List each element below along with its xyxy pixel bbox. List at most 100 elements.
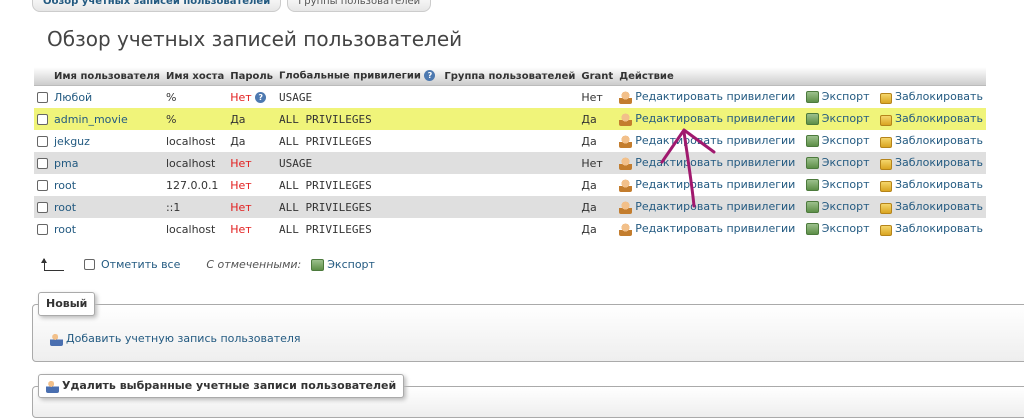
row-checkbox-cell (34, 218, 51, 240)
lock-icon (879, 203, 892, 214)
delete-section-legend: Удалить выбранные учетные записи пользов… (38, 374, 405, 398)
edit-privileges-link[interactable]: Редактировать привилегии (619, 222, 795, 236)
bulk-export-button[interactable]: Экспорт (311, 258, 375, 271)
edit-privileges-link[interactable]: Редактировать привилегии (619, 178, 795, 192)
export-label[interactable]: Экспорт (822, 200, 870, 213)
privileges-cell: ALL PRIVILEGES (276, 174, 442, 196)
password-cell: Нет (227, 196, 276, 218)
new-section-legend: Новый (38, 292, 96, 316)
edit-privileges-label[interactable]: Редактировать привилегии (635, 200, 795, 213)
lock-link[interactable]: Заблокировать (879, 112, 983, 126)
lock-label[interactable]: Заблокировать (895, 134, 983, 147)
action-cell: Редактировать привилегии Экспорт Заблоки… (616, 174, 986, 196)
lock-label[interactable]: Заблокировать (895, 112, 983, 125)
lock-label[interactable]: Заблокировать (895, 156, 983, 169)
lock-link[interactable]: Заблокировать (879, 200, 983, 214)
row-checkbox[interactable] (37, 224, 48, 235)
delete-user-icon (46, 379, 59, 393)
export-icon (805, 113, 819, 125)
user-group-cell (441, 130, 579, 152)
export-link[interactable]: Экспорт (805, 134, 870, 147)
lock-link[interactable]: Заблокировать (879, 178, 983, 192)
username: root (54, 200, 77, 214)
lock-label[interactable]: Заблокировать (895, 178, 983, 191)
column-header-grant[interactable]: Grant (578, 67, 617, 86)
export-label[interactable]: Экспорт (822, 90, 870, 103)
edit-privileges-label[interactable]: Редактировать привилегии (635, 134, 795, 147)
edit-privileges-link[interactable]: Редактировать привилегии (619, 112, 795, 126)
username: pma (54, 156, 79, 170)
export-label[interactable]: Экспорт (822, 112, 870, 125)
row-checkbox[interactable] (37, 114, 48, 125)
tab-user-accounts[interactable]: Обзор учетных записей пользователей (32, 0, 282, 12)
username-cell: Любой (51, 85, 163, 108)
lock-link[interactable]: Заблокировать (879, 134, 983, 148)
add-user-label[interactable]: Добавить учетную запись пользователя (66, 332, 301, 345)
hostname-cell: % (162, 108, 228, 130)
column-header-username[interactable]: Имя пользователя (51, 67, 163, 86)
add-user-icon (50, 332, 63, 346)
row-checkbox[interactable] (37, 136, 48, 147)
row-checkbox[interactable] (37, 180, 48, 191)
username: admin_movie (54, 112, 128, 126)
edit-privileges-icon (619, 112, 633, 126)
edit-privileges-label[interactable]: Редактировать привилегии (635, 156, 795, 169)
column-header-user-group[interactable]: Группа пользователей (441, 67, 579, 86)
row-checkbox-cell (34, 174, 51, 196)
export-link[interactable]: Экспорт (805, 156, 870, 169)
tab-user-groups[interactable]: Группы пользователей (287, 0, 432, 12)
export-link[interactable]: Экспорт (805, 178, 870, 191)
add-user-link[interactable]: Добавить учетную запись пользователя (50, 332, 301, 346)
lock-link[interactable]: Заблокировать (879, 156, 983, 170)
column-header-password[interactable]: Пароль (227, 67, 276, 86)
edit-privileges-icon (619, 200, 633, 214)
edit-privileges-label[interactable]: Редактировать привилегии (635, 112, 795, 125)
export-icon (805, 179, 819, 191)
select-arrow-icon (41, 257, 64, 271)
row-checkbox[interactable] (37, 92, 48, 103)
grant-cell: Нет (578, 85, 617, 108)
check-all-label[interactable]: Отметить все (101, 258, 180, 271)
edit-privileges-icon (619, 134, 633, 148)
grant-cell: Да (578, 108, 617, 130)
export-label[interactable]: Экспорт (822, 178, 870, 191)
column-header-hostname[interactable]: Имя хоста (162, 67, 228, 86)
privileges-cell: ALL PRIVILEGES (276, 196, 442, 218)
username: root (54, 222, 77, 236)
bulk-export-label[interactable]: Экспорт (327, 258, 375, 271)
help-icon[interactable]: ? (424, 70, 436, 82)
lock-icon (879, 159, 892, 170)
hostname-cell: ::1 (162, 196, 228, 218)
edit-privileges-link[interactable]: Редактировать привилегии (619, 156, 795, 170)
lock-label[interactable]: Заблокировать (895, 90, 983, 103)
bulk-actions: Отметить все С отмеченными: Экспорт (41, 257, 375, 271)
export-link[interactable]: Экспорт (805, 200, 870, 213)
edit-privileges-label[interactable]: Редактировать привилегии (635, 178, 795, 191)
check-all-checkbox[interactable] (84, 259, 95, 270)
grant-cell: Да (578, 130, 617, 152)
row-checkbox[interactable] (37, 158, 48, 169)
edit-privileges-link[interactable]: Редактировать привилегии (619, 90, 795, 104)
export-label[interactable]: Экспорт (822, 222, 870, 235)
table-row: root 127.0.0.1 Нет ALL PRIVILEGES Да Редактир… (34, 174, 986, 196)
edit-privileges-label[interactable]: Редактировать привилегии (635, 90, 795, 103)
column-header-global-privileges[interactable]: Глобальные привилегии ? (276, 67, 442, 86)
export-label[interactable]: Экспорт (822, 134, 870, 147)
export-link[interactable]: Экспорт (805, 112, 870, 125)
help-icon[interactable]: ? (255, 92, 267, 103)
action-cell: Редактировать привилегии Экспорт Заблоки… (616, 152, 986, 174)
lock-label[interactable]: Заблокировать (895, 222, 983, 235)
row-checkbox-cell (34, 85, 51, 108)
edit-privileges-link[interactable]: Редактировать привилегии (619, 200, 795, 214)
lock-link[interactable]: Заблокировать (879, 90, 983, 104)
row-checkbox[interactable] (37, 202, 48, 213)
lock-link[interactable]: Заблокировать (879, 222, 983, 236)
edit-privileges-link[interactable]: Редактировать привилегии (619, 134, 795, 148)
edit-privileges-label[interactable]: Редактировать привилегии (635, 222, 795, 235)
export-link[interactable]: Экспорт (805, 90, 870, 103)
user-group-cell (441, 152, 579, 174)
lock-label[interactable]: Заблокировать (895, 200, 983, 213)
export-label[interactable]: Экспорт (822, 156, 870, 169)
export-link[interactable]: Экспорт (805, 222, 870, 235)
lock-icon (879, 181, 892, 192)
